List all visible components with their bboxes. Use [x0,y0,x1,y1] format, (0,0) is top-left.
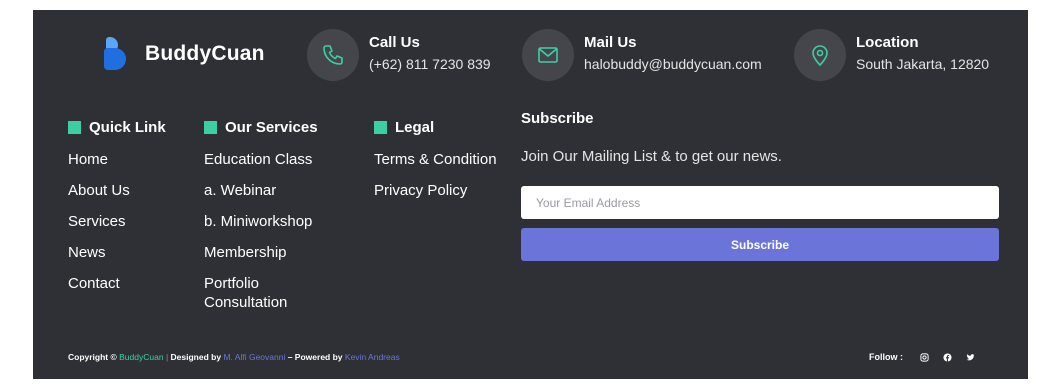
copyright-brand-link[interactable]: BuddyCuan [119,352,163,362]
legal-column: Legal Terms & Condition Privacy Policy [374,118,497,212]
copyright-prefix: Copyright © [68,352,117,362]
instagram-icon[interactable] [915,350,933,364]
twitter-icon[interactable] [961,350,979,364]
phone-icon [307,29,359,81]
services-column: Our Services Education Class a. Webinar … [204,118,334,318]
green-square-icon [68,120,81,134]
follow-section: Follow : [869,350,984,364]
powered-by-label: – Powered by [287,352,343,362]
follow-label: Follow : [869,352,903,362]
contact-call: Call Us (+62) 811 7230 839 [307,29,491,81]
quick-link-about-us[interactable]: About Us [68,181,166,212]
footer: BuddyCuan Call Us (+62) 811 7230 839 Mai… [33,10,1028,379]
copyright-separator: | [165,352,169,362]
powered-by-link[interactable]: Kevin Andreas [345,352,400,362]
legal-privacy-policy[interactable]: Privacy Policy [374,181,497,212]
contact-mail-title: Mail Us [584,33,637,51]
contact-mail: Mail Us halobuddy@buddycuan.com [522,29,762,81]
contact-location: Location South Jakarta, 12820 [794,29,989,81]
contact-call-title: Call Us [369,33,420,51]
contact-location-value: South Jakarta, 12820 [856,55,990,72]
contact-mail-value[interactable]: halobuddy@buddycuan.com [584,55,762,73]
designer-link[interactable]: M. Alfi Geovanni [223,352,285,362]
legal-heading: Legal [374,118,497,136]
subscribe-section: Subscribe Join Our Mailing List & to get… [521,110,999,261]
location-pin-icon [794,29,846,81]
subscribe-title: Subscribe [521,110,594,127]
subscribe-text: Join Our Mailing List & to get our news. [521,148,782,165]
quick-link-heading: Quick Link [68,118,166,136]
service-education-class[interactable]: Education Class [204,150,334,181]
copyright: Copyright © BuddyCuan | Designed by M. A… [68,352,400,362]
quick-link-services[interactable]: Services [68,212,166,243]
service-portfolio-consultation[interactable]: Portfolio Consultation [204,274,314,318]
contact-call-value[interactable]: (+62) 811 7230 839 [369,55,491,73]
quick-link-column: Quick Link Home About Us Services News C… [68,118,166,305]
brand-logo-icon [104,36,128,72]
facebook-icon[interactable] [938,350,956,364]
subscribe-button[interactable]: Subscribe [521,228,999,261]
quick-link-contact[interactable]: Contact [68,274,166,305]
contact-location-title: Location [856,33,919,51]
quick-link-home[interactable]: Home [68,150,166,181]
service-webinar[interactable]: a. Webinar [204,181,334,212]
green-square-icon [204,120,217,134]
green-square-icon [374,120,387,134]
brand[interactable]: BuddyCuan [104,36,265,72]
designed-by-label: Designed by [170,352,222,362]
social-links [915,350,984,364]
email-input[interactable] [521,186,999,219]
service-miniworkshop[interactable]: b. Miniworkshop [204,212,334,243]
quick-link-news[interactable]: News [68,243,166,274]
services-heading: Our Services [204,118,334,136]
mail-icon [522,29,574,81]
brand-name: BuddyCuan [145,42,265,65]
service-membership[interactable]: Membership [204,243,334,274]
legal-terms-condition[interactable]: Terms & Condition [374,150,497,181]
